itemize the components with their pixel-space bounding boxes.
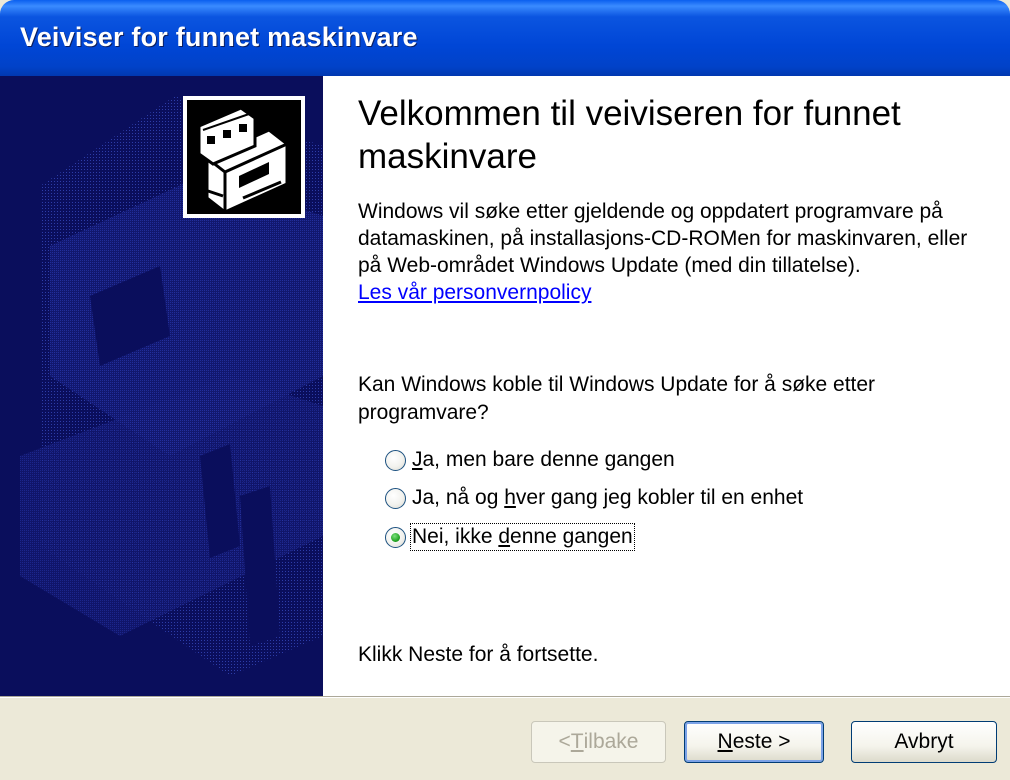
radio-label[interactable]: Ja, nå og hver gang jeg kobler til en en… (412, 486, 803, 510)
radio-option-only-this-time[interactable]: Ja, men bare denne gangen (385, 445, 675, 475)
question-text: Kan Windows koble til Windows Update for… (358, 373, 876, 424)
radio-option-not-this-time[interactable]: Nei, ikke denne gangen (385, 522, 635, 552)
radio-button[interactable] (385, 487, 406, 509)
radio-label[interactable]: Nei, ikke denne gangen (410, 523, 635, 551)
radio-button-selected[interactable] (385, 526, 406, 548)
next-button[interactable]: Neste > (684, 721, 824, 763)
privacy-policy-link[interactable]: Les vår personvernpolicy (358, 281, 591, 305)
hardware-card-icon (183, 96, 305, 218)
description-text: Windows vil søke etter gjeldende og oppd… (358, 200, 968, 277)
wizard-window: Veiviser for funnet maskinvare Velkommen… (0, 0, 1010, 780)
radio-label[interactable]: Ja, men bare denne gangen (412, 448, 675, 472)
radio-option-every-time[interactable]: Ja, nå og hver gang jeg kobler til en en… (385, 483, 803, 513)
wizard-content: Velkommen til veiviseren for funnet mask… (323, 76, 1010, 696)
cancel-button[interactable]: Avbryt (851, 721, 997, 763)
back-button[interactable]: < Tilbake (531, 721, 666, 763)
title-bar[interactable]: Veiviser for funnet maskinvare (0, 0, 1010, 76)
instruction-text: Klikk Neste for å fortsette. (358, 643, 599, 666)
divider (0, 696, 1010, 698)
page-title: Velkommen til veiviseren for funnet mask… (358, 94, 901, 176)
window-title: Veiviser for funnet maskinvare (20, 22, 418, 52)
wizard-banner (0, 76, 323, 696)
radio-button[interactable] (385, 449, 406, 471)
